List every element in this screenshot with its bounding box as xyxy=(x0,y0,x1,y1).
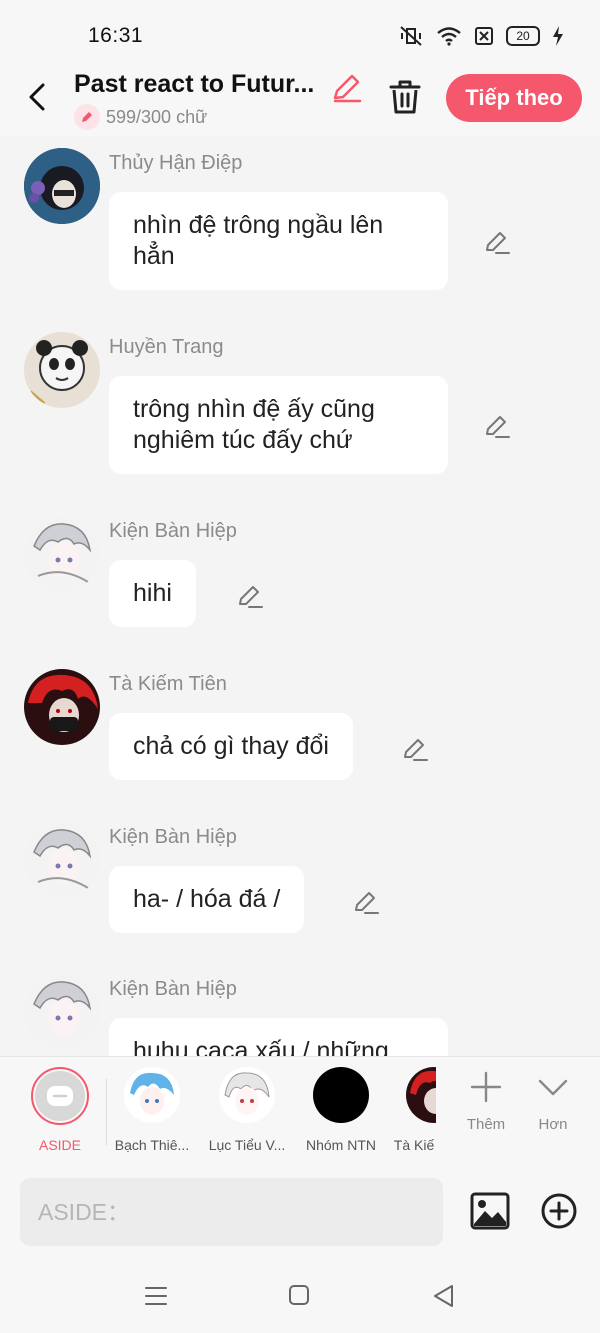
sender-name: Kiện Bàn Hiệp xyxy=(109,520,237,542)
message-bubble[interactable]: huhu caca xấu / những xyxy=(109,1018,448,1056)
character-item[interactable]: Nhóm NTN xyxy=(300,1067,382,1153)
next-button[interactable]: Tiếp theo xyxy=(446,74,582,122)
add-content-button[interactable] xyxy=(540,1192,578,1230)
wifi-icon xyxy=(437,27,461,46)
message-bubble[interactable]: hihi xyxy=(109,560,196,627)
pencil-badge-icon xyxy=(74,104,100,130)
page-title: Past react to Futur... xyxy=(74,70,315,98)
status-time: 16:31 xyxy=(88,24,144,47)
edit-message-icon[interactable] xyxy=(236,582,264,610)
insert-image-button[interactable] xyxy=(470,1192,512,1232)
message-input[interactable] xyxy=(20,1178,443,1246)
delete-button[interactable] xyxy=(386,78,424,116)
input-area xyxy=(0,1164,600,1260)
character-avatar xyxy=(124,1067,180,1123)
header: Past react to Futur... 599/300 chữ Tiếp … xyxy=(0,60,600,136)
avatar[interactable] xyxy=(24,669,100,745)
edit-message-icon[interactable] xyxy=(483,412,511,440)
character-aside[interactable]: ASIDE xyxy=(20,1067,100,1153)
aside-avatar xyxy=(31,1067,89,1125)
chat-bubble-icon xyxy=(47,1086,73,1106)
message-bubble[interactable]: ha- / hóa đá / xyxy=(109,866,305,933)
avatar[interactable] xyxy=(24,332,100,408)
word-count-text: 599/300 chữ xyxy=(106,106,208,127)
more-button[interactable]: Hơn xyxy=(525,1071,581,1133)
character-item[interactable]: Lục Tiểu V... xyxy=(204,1067,290,1153)
character-avatar xyxy=(219,1067,275,1123)
character-label: ASIDE xyxy=(38,1137,81,1153)
avatar[interactable] xyxy=(24,822,100,898)
divider xyxy=(106,1079,107,1145)
character-label: Lục Tiểu V... xyxy=(208,1137,286,1153)
message-bubble[interactable]: chả có gì thay đổi xyxy=(109,713,353,780)
avatar[interactable] xyxy=(24,148,100,224)
image-icon xyxy=(470,1192,510,1230)
character-label: Tà Kiế xyxy=(393,1137,435,1153)
chat-list: Thủy Hận Điệp nhìn đệ trông ngầu lên hẳn… xyxy=(0,136,600,1056)
pencil-icon xyxy=(333,74,362,103)
character-item[interactable]: Tà Kiế xyxy=(392,1067,436,1153)
sender-name: Huyền Trang xyxy=(109,336,224,358)
character-label: Bạch Thiê... xyxy=(114,1137,190,1153)
vibrate-off-icon xyxy=(400,26,422,46)
trash-icon xyxy=(389,80,421,114)
avatar[interactable] xyxy=(24,516,100,592)
home-icon xyxy=(289,1285,309,1305)
avatar[interactable] xyxy=(24,974,100,1050)
battery-icon: 20 xyxy=(506,26,540,46)
plus-icon xyxy=(470,1071,502,1103)
edit-message-icon[interactable] xyxy=(483,228,511,256)
back-icon xyxy=(29,83,45,111)
charging-icon xyxy=(553,26,563,46)
add-label: Thêm xyxy=(466,1116,506,1133)
menu-icon xyxy=(145,1287,167,1305)
back-nav-button[interactable] xyxy=(432,1284,458,1310)
character-avatar xyxy=(313,1067,369,1123)
back-button[interactable] xyxy=(22,80,52,114)
message-bubble[interactable]: nhìn đệ trông ngầu lên hẳn xyxy=(109,192,448,290)
edit-title-button[interactable] xyxy=(330,70,364,104)
edit-message-icon[interactable] xyxy=(352,888,380,916)
character-item[interactable]: Bạch Thiê... xyxy=(110,1067,194,1153)
more-label: Hơn xyxy=(538,1116,568,1133)
edit-message-icon[interactable] xyxy=(401,735,429,763)
sender-name: Kiện Bàn Hiệp xyxy=(109,826,237,848)
character-label: Nhóm NTN xyxy=(305,1137,376,1153)
sender-name: Kiện Bàn Hiệp xyxy=(109,978,237,1000)
system-nav-bar xyxy=(0,1260,600,1333)
add-character-button[interactable]: Thêm xyxy=(458,1071,514,1133)
sim-off-icon xyxy=(475,27,493,45)
word-count: 599/300 chữ xyxy=(74,104,207,130)
character-bar: ASIDE Bạch Thiê... Lục Tiểu V... Nhóm NT… xyxy=(0,1056,600,1164)
screen: 16:31 20 Past react to Futur... 599/300 … xyxy=(0,0,600,1333)
home-nav-button[interactable] xyxy=(288,1284,314,1310)
message-bubble[interactable]: trông nhìn đệ ấy cũng nghiêm túc đấy chứ xyxy=(109,376,448,474)
sender-name: Tà Kiếm Tiên xyxy=(109,673,227,695)
character-avatar xyxy=(406,1067,436,1123)
status-icons: 20 xyxy=(398,25,564,47)
sender-name: Thủy Hận Điệp xyxy=(109,152,243,174)
menu-nav-button[interactable] xyxy=(144,1284,170,1310)
chevron-down-icon xyxy=(538,1079,568,1096)
back-triangle-icon xyxy=(434,1285,453,1307)
plus-circle-icon xyxy=(541,1193,577,1229)
